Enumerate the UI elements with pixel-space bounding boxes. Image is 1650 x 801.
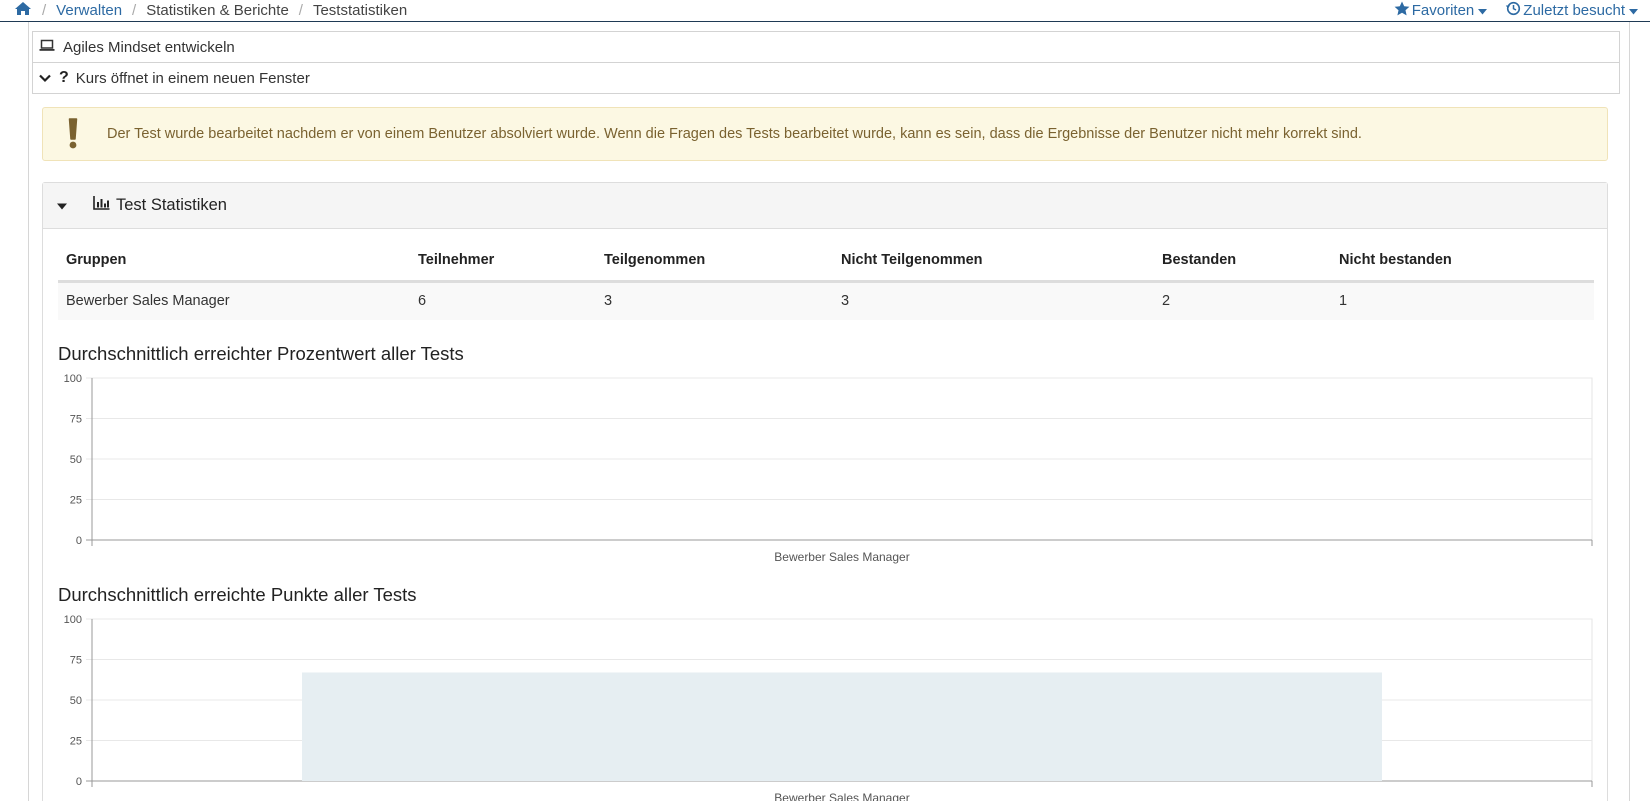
- table-cell: 2: [1154, 281, 1331, 320]
- y-tick-label: 25: [70, 495, 82, 507]
- table-header-row: Gruppen Teilnehmer Teilgenommen Nicht Te…: [58, 241, 1594, 283]
- table-row: Bewerber Sales Manager 6 3 3 2 1: [58, 281, 1594, 320]
- history-icon: [1505, 1, 1523, 20]
- home-icon[interactable]: [14, 1, 32, 20]
- chart-title-percent: Durchschnittlich erreichter Prozentwert …: [58, 343, 464, 364]
- favorites-menu[interactable]: Favoriten: [1394, 1, 1490, 20]
- caret-down-icon[interactable]: [43, 196, 67, 215]
- column-header: Nicht Teilgenommen: [833, 241, 1154, 283]
- chevron-down-icon[interactable]: [33, 70, 59, 87]
- caret-down-icon: [1629, 2, 1640, 19]
- exclamation-icon: [43, 118, 103, 150]
- statistics-table: Gruppen Teilnehmer Teilgenommen Nicht Te…: [58, 241, 1594, 320]
- course-window-row[interactable]: ? Kurs öffnet in einem neuen Fenster: [32, 63, 1620, 94]
- breadcrumb-separator: /: [298, 2, 303, 19]
- y-tick-label: 50: [70, 695, 82, 707]
- table-cell: 3: [596, 281, 833, 320]
- breadcrumb-separator: /: [132, 2, 137, 19]
- column-header: Gruppen: [58, 241, 410, 283]
- percent-chart: 100 75 50 25 0 Bewerber Sales Manager: [64, 373, 1593, 564]
- column-header: Nicht bestanden: [1331, 241, 1594, 283]
- laptop-icon: [33, 39, 63, 56]
- breadcrumb-separator: /: [42, 2, 47, 19]
- breadcrumb-item-statistiken[interactable]: Statistiken & Berichte: [146, 2, 289, 19]
- breadcrumb-item-verwalten[interactable]: Verwalten: [56, 2, 122, 19]
- favorites-label: Favoriten: [1411, 2, 1475, 19]
- bar-chart-icon: [79, 196, 110, 215]
- y-tick-label: 25: [70, 736, 82, 748]
- top-navigation-bar: / Verwalten / Statistiken & Berichte / T…: [0, 0, 1650, 22]
- table-cell: 1: [1331, 281, 1594, 320]
- y-tick-label: 75: [70, 655, 82, 667]
- table-cell: Bewerber Sales Manager: [58, 281, 410, 320]
- table-cell: 6: [410, 281, 596, 320]
- y-tick-label: 100: [64, 614, 82, 626]
- chart-title-points: Durchschnittlich erreichte Punkte aller …: [58, 584, 417, 605]
- panel-header[interactable]: Test Statistiken: [43, 183, 1607, 229]
- recent-label: Zuletzt besucht: [1523, 2, 1625, 19]
- alert-message: Der Test wurde bearbeitet nachdem er von…: [107, 126, 1362, 142]
- recent-menu[interactable]: Zuletzt besucht: [1505, 1, 1640, 20]
- course-title-row[interactable]: Agiles Mindset entwickeln: [32, 31, 1620, 63]
- points-chart: 100 75 50 25 0 Bewerber Sales Manager: [64, 614, 1593, 801]
- x-tick-label: Bewerber Sales Manager: [774, 791, 909, 801]
- y-tick-label: 75: [70, 414, 82, 426]
- y-tick-label: 0: [76, 535, 82, 547]
- breadcrumb: / Verwalten / Statistiken & Berichte / T…: [14, 1, 407, 20]
- x-tick-label: Bewerber Sales Manager: [774, 550, 909, 564]
- y-tick-label: 0: [76, 776, 82, 788]
- y-tick-label: 50: [70, 454, 82, 466]
- course-title: Agiles Mindset entwickeln: [63, 38, 235, 56]
- column-header: Bestanden: [1154, 241, 1331, 283]
- star-icon: [1394, 1, 1412, 20]
- table-cell: 3: [833, 281, 1154, 320]
- breadcrumb-item-current: Teststatistiken: [312, 2, 408, 19]
- warning-alert: Der Test wurde bearbeitet nachdem er von…: [42, 107, 1608, 161]
- question-icon: ?: [59, 69, 69, 86]
- column-header: Teilnehmer: [410, 241, 596, 283]
- panel-title: Test Statistiken: [116, 196, 227, 214]
- bar: [302, 672, 1382, 781]
- y-tick-label: 100: [64, 373, 82, 385]
- course-window-note: Kurs öffnet in einem neuen Fenster: [75, 69, 310, 87]
- column-header: Teilgenommen: [596, 241, 833, 283]
- caret-down-icon: [1478, 2, 1489, 19]
